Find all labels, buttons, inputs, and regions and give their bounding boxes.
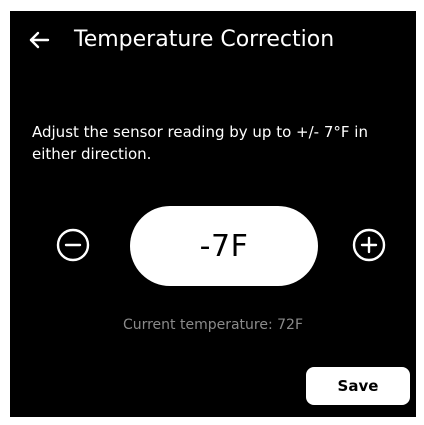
save-button[interactable]: Save (306, 367, 410, 405)
increment-button[interactable] (352, 228, 386, 262)
minus-circle-icon (56, 228, 90, 262)
header: Temperature Correction (10, 11, 416, 73)
current-temperature-text: Current temperature: 72F (122, 317, 304, 333)
decrement-button[interactable] (56, 228, 90, 262)
correction-value: -7F (199, 228, 249, 264)
back-button[interactable] (26, 27, 52, 53)
description-text: Adjust the sensor reading by up to +/- 7… (32, 123, 368, 163)
page-title: Temperature Correction (74, 27, 335, 52)
temperature-correction-screen: Temperature Correction Adjust the sensor… (10, 11, 416, 417)
temperature-stepper: -7F (10, 206, 416, 286)
plus-circle-icon (352, 228, 386, 262)
arrow-left-icon (29, 31, 50, 49)
correction-value-display: -7F (130, 206, 318, 286)
